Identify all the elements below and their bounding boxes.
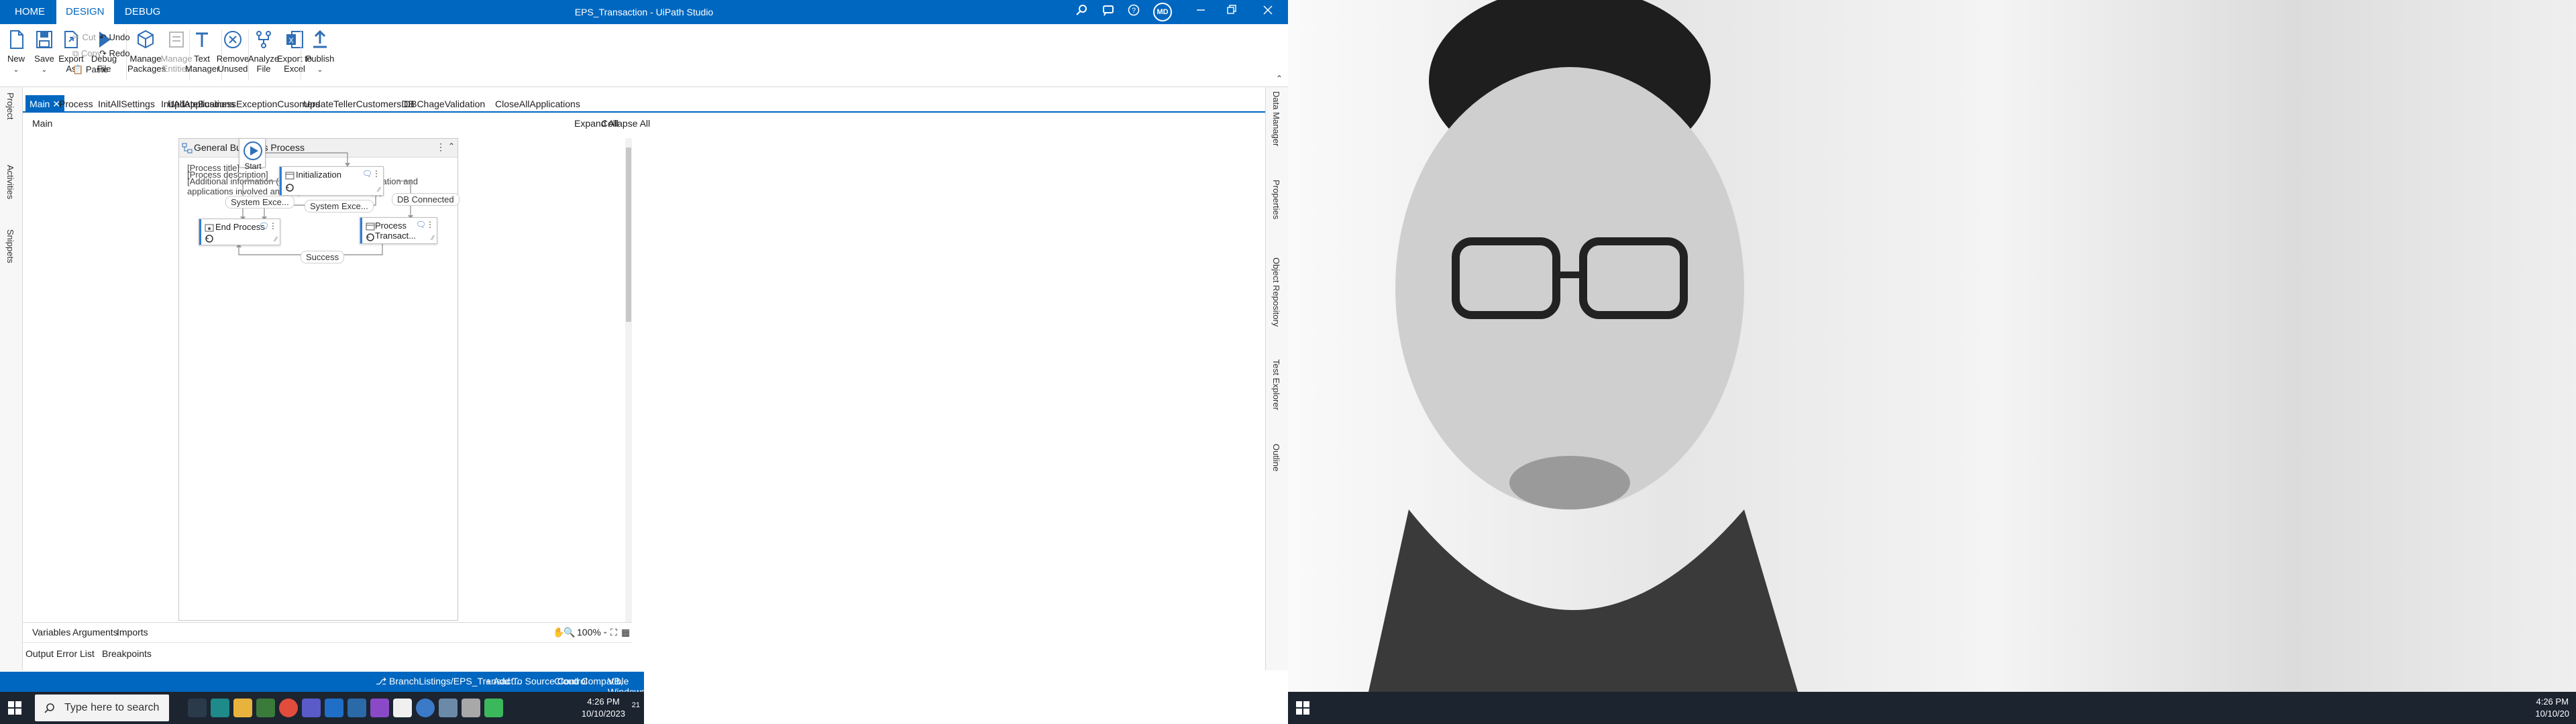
entry-icon <box>205 235 213 243</box>
transition-db-connected[interactable]: DB Connected <box>392 193 460 206</box>
node-title: Initialization <box>296 170 341 180</box>
calendar-icon[interactable] <box>256 699 275 717</box>
output-panel-tabs: Output Error List Breakpoints <box>23 642 632 672</box>
transition-system-exception-1[interactable]: System Exce... <box>225 196 294 208</box>
resize-icon[interactable]: ⁄⁄ <box>378 186 380 194</box>
tab-arguments[interactable]: Arguments <box>72 627 118 638</box>
state-initialization[interactable]: Initialization 🗨 ⋮ ⁄⁄ <box>279 166 384 196</box>
search-icon <box>44 703 54 713</box>
tab-imports[interactable]: Imports <box>117 627 148 638</box>
scrollbar-thumb[interactable] <box>626 147 631 322</box>
vertical-scrollbar[interactable] <box>625 138 632 622</box>
windows-start-icon[interactable] <box>1296 701 1309 718</box>
portrait-image <box>1368 0 1798 692</box>
taskbar: Type here to search 4:26 PM 10/10/2023 2… <box>0 692 644 724</box>
node-accent <box>199 219 201 245</box>
search-placeholder: Type here to search <box>64 702 160 713</box>
state-icon <box>285 172 294 180</box>
uipath-studio-window: EPS_Transaction - UiPath Studio HOME DES… <box>0 0 1288 724</box>
second-monitor: 4:26 PM 10/10/20 <box>1288 0 2576 724</box>
tab-variables[interactable]: Variables <box>32 627 70 638</box>
entry-icon <box>366 233 374 241</box>
more-icon[interactable]: ⋮ <box>426 220 434 229</box>
node-accent <box>280 167 282 195</box>
more-icon[interactable]: ⋮ <box>269 221 277 231</box>
entry-icon <box>286 184 294 192</box>
comment-icon[interactable]: 🗨 <box>362 169 372 178</box>
app-icon[interactable] <box>462 699 480 717</box>
more-icon[interactable]: ⋮ <box>372 169 380 178</box>
teams-icon[interactable] <box>302 699 321 717</box>
notepad-icon[interactable] <box>393 699 412 717</box>
play-icon <box>244 141 262 160</box>
hand-icon[interactable]: ✋ <box>553 627 564 638</box>
state-end-process[interactable]: End Process 🗨 ⋮ ⁄⁄ <box>199 219 280 245</box>
transition-success[interactable]: Success <box>301 251 345 263</box>
overview-icon[interactable]: ▦ <box>621 627 630 638</box>
taskbar-secondary: 4:26 PM 10/10/20 <box>1288 692 2576 724</box>
edge-icon[interactable] <box>211 699 229 717</box>
start-node[interactable]: Start <box>239 138 266 171</box>
tab-error-list[interactable]: Error List <box>56 648 95 659</box>
tab-output[interactable]: Output <box>25 648 54 659</box>
comment-icon[interactable]: 🗨 <box>259 221 269 231</box>
app-icon[interactable] <box>484 699 503 717</box>
file-explorer-icon[interactable] <box>233 699 252 717</box>
search-icon[interactable]: 🔍 <box>564 627 575 638</box>
status-bar: ⎇ BranchListings/EPS_Transact... + Add T… <box>0 672 646 697</box>
taskbar-search[interactable]: Type here to search <box>35 695 169 721</box>
task-view-icon[interactable] <box>188 699 207 717</box>
system-clock[interactable]: 4:26 PM 10/10/20 <box>2535 696 2569 720</box>
notification-badge[interactable]: 21 <box>632 701 640 709</box>
app-icon[interactable] <box>439 699 458 717</box>
start-label: Start <box>244 162 262 171</box>
outlook-icon[interactable] <box>325 699 343 717</box>
resize-icon[interactable]: ⁄⁄ <box>432 235 434 242</box>
chrome-icon[interactable] <box>279 699 298 717</box>
windows-start-icon[interactable] <box>8 701 21 718</box>
zoom-level[interactable]: 100% <box>577 627 601 638</box>
desktop-wallpaper <box>1288 0 2576 692</box>
flow-connectors <box>236 152 413 255</box>
tab-breakpoints[interactable]: Breakpoints <box>102 648 152 659</box>
uipath-assistant-icon[interactable] <box>347 699 366 717</box>
final-state-icon <box>205 224 214 232</box>
comment-icon[interactable]: 🗨 <box>416 220 426 229</box>
node-accent <box>360 218 362 243</box>
state-icon <box>366 223 375 231</box>
resize-icon[interactable]: ⁄⁄ <box>275 236 277 243</box>
state-process-transaction[interactable]: Process Transact... 🗨 ⋮ ⁄⁄ <box>360 217 437 244</box>
fit-screen-icon[interactable]: ⛶ <box>610 627 617 638</box>
system-clock[interactable]: 4:26 PM 10/10/2023 <box>582 696 625 720</box>
visual-studio-icon[interactable] <box>370 699 389 717</box>
chevron-down-icon[interactable]: ⌄ <box>602 628 608 636</box>
uipath-studio-icon[interactable] <box>416 699 435 717</box>
designer-bottom-bar: Variables Arguments Imports ✋ 🔍 100% ⌄ ⛶… <box>23 622 632 641</box>
node-title: End Process <box>215 222 265 232</box>
transition-system-exception-2[interactable]: System Exce... <box>305 200 374 213</box>
